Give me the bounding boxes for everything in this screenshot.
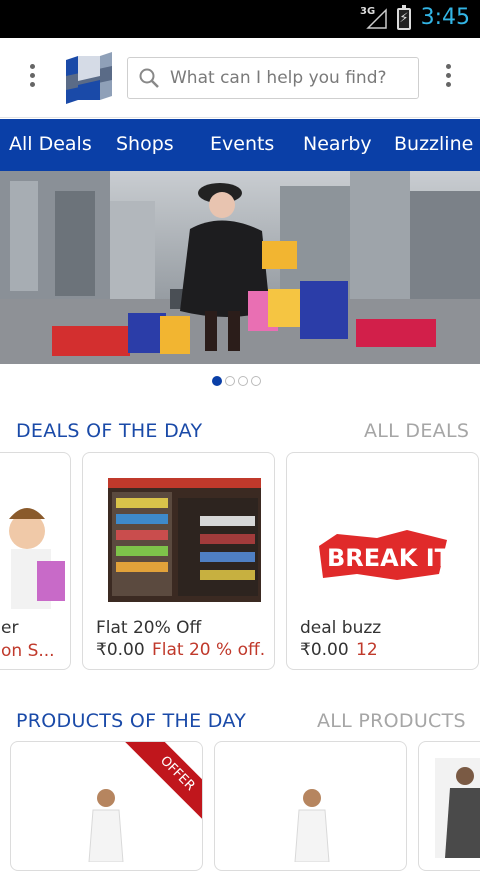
deal-subtitle: Flat 20 % off. xyxy=(152,640,266,660)
product-card[interactable]: OFFER xyxy=(10,741,203,871)
category-tabs: All Deals Shops Events Nearby Buzzline xyxy=(0,119,480,171)
banner-image xyxy=(0,171,480,364)
signal-icon xyxy=(366,8,387,29)
tab-nearby[interactable]: Nearby xyxy=(303,133,372,155)
app-logo xyxy=(66,52,112,104)
overflow-menu-icon[interactable] xyxy=(442,64,454,94)
deal-title: Flat 20% Off xyxy=(96,618,202,638)
search-input[interactable]: What can I help you find? xyxy=(127,57,419,99)
all-products-link[interactable]: ALL PRODUCTS xyxy=(317,710,466,732)
deal-price: ₹0.00 xyxy=(96,640,145,660)
deal-subtitle: on S... xyxy=(1,641,55,661)
deal-subtitle: 12 xyxy=(356,640,378,660)
carousel-dot[interactable] xyxy=(212,376,222,386)
deal-image: BREAK IT xyxy=(319,530,452,580)
tab-buzzline[interactable]: Buzzline xyxy=(394,133,473,155)
deal-image-text: BREAK IT xyxy=(327,544,452,572)
deal-title: er xyxy=(1,618,19,638)
product-image xyxy=(435,758,480,858)
deal-card[interactable]: er on S... xyxy=(0,452,71,670)
carousel-indicator xyxy=(212,371,264,386)
status-bar: 3G ⚡ 3:45 xyxy=(0,0,480,38)
deal-image xyxy=(1,489,69,609)
product-card[interactable] xyxy=(214,741,407,871)
offer-badge: OFFER xyxy=(122,742,202,822)
offer-badge-label: OFFER xyxy=(157,753,198,794)
deal-price: ₹0.00 xyxy=(300,640,349,660)
carousel-dot[interactable] xyxy=(225,376,235,386)
deal-card[interactable]: BREAK IT deal buzz ₹0.00 12 xyxy=(286,452,479,670)
carousel-dot[interactable] xyxy=(251,376,261,386)
promo-banner[interactable] xyxy=(0,171,480,364)
carousel-dot[interactable] xyxy=(238,376,248,386)
tab-shops[interactable]: Shops xyxy=(116,133,174,155)
search-icon xyxy=(139,68,159,88)
deal-card[interactable]: Flat 20% Off ₹0.00 Flat 20 % off. xyxy=(82,452,275,670)
tab-events[interactable]: Events xyxy=(210,133,274,155)
battery-icon: ⚡ xyxy=(397,5,411,30)
products-section-title: PRODUCTS OF THE DAY xyxy=(16,710,247,732)
app-bar: What can I help you find? xyxy=(0,38,480,118)
deals-section-title: DEALS OF THE DAY xyxy=(16,420,203,442)
product-image xyxy=(294,789,330,862)
tab-all-deals[interactable]: All Deals xyxy=(9,133,92,155)
menu-icon[interactable] xyxy=(26,64,38,94)
search-placeholder: What can I help you find? xyxy=(170,68,387,88)
clock: 3:45 xyxy=(420,5,470,30)
all-deals-link[interactable]: ALL DEALS xyxy=(364,420,469,442)
product-card[interactable] xyxy=(418,741,480,871)
deal-image xyxy=(108,478,261,602)
deal-title: deal buzz xyxy=(300,618,382,638)
